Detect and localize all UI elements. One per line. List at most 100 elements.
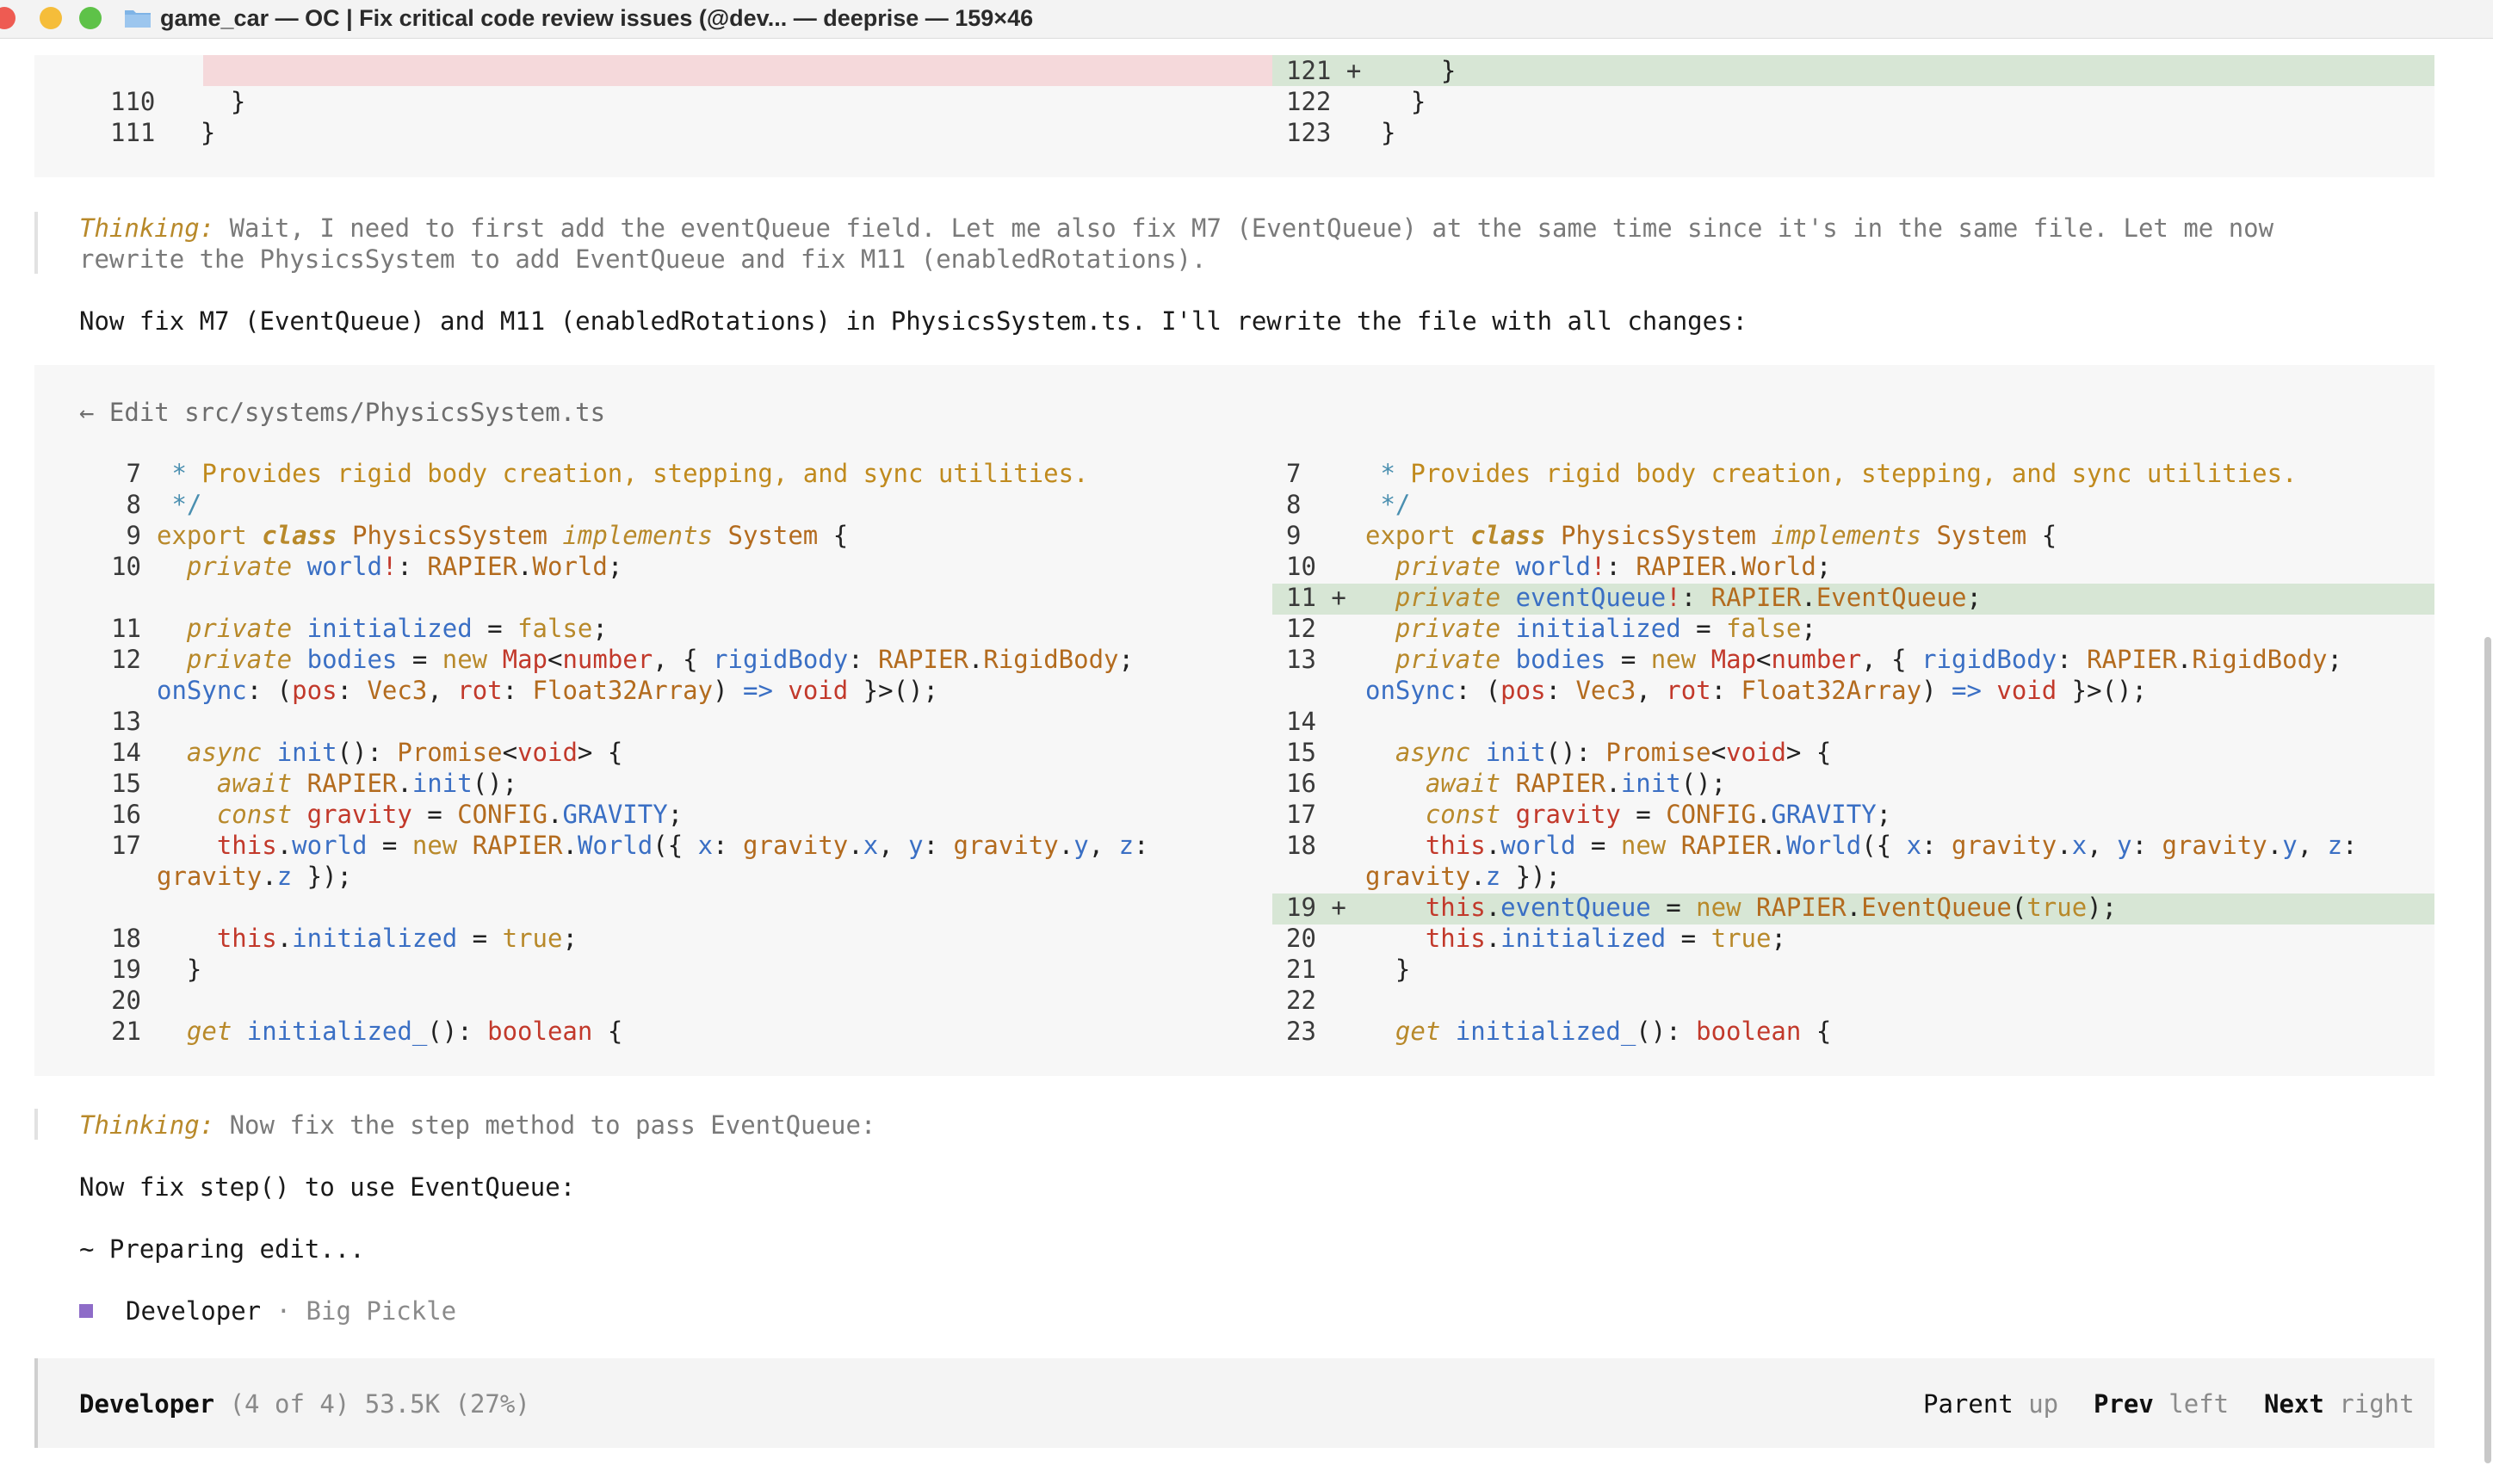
line-number: 19 + (1286, 893, 1346, 922)
code-line: export class PhysicsSystem implements Sy… (157, 521, 849, 550)
code-line: this.initialized = true; (157, 924, 578, 953)
code-line: private initialized = false; (1365, 614, 1816, 643)
line-number: 21 (1286, 955, 1316, 984)
status-session-info: Developer (4 of 4) 53.5K (27%) (79, 1389, 530, 1419)
status-accent-bar (34, 1358, 38, 1448)
code-line: gravity.z }); (1365, 862, 1561, 891)
line-number: 16 (111, 800, 141, 829)
code-line: this.world = new RAPIER.World({ x: gravi… (157, 831, 1149, 860)
preparing-edit-status: ~ Preparing edit... (79, 1234, 365, 1264)
thinking-line-1: Thinking: Wait, I need to first add the … (79, 213, 2273, 243)
code-line: get initialized_(): boolean { (157, 1017, 623, 1046)
line-number: 13 (1286, 645, 1316, 674)
line-number: 14 (111, 738, 141, 767)
code-line: private initialized = false; (157, 614, 608, 643)
thinking-label: Thinking: (79, 213, 215, 243)
nav-key: left (2153, 1389, 2230, 1419)
code-line: */ (1365, 490, 1411, 519)
code-line: * Provides rigid body creation, stepping… (1365, 459, 2298, 488)
thinking-text: Wait, I need to first add the eventQueue… (214, 213, 2274, 243)
line-number: 9 (1286, 521, 1302, 550)
assistant-message: Now fix M7 (EventQueue) and M11 (enabled… (79, 306, 1748, 336)
code-line: } (170, 87, 246, 116)
line-number: 14 (1286, 707, 1316, 736)
line-number: 15 (111, 769, 141, 798)
line-number: 123 (1286, 118, 1332, 147)
line-number: 20 (1286, 924, 1316, 953)
line-number: 7 (1286, 459, 1302, 488)
line-number: 17 (111, 831, 141, 860)
code-line: export class PhysicsSystem implements Sy… (1365, 521, 2057, 550)
nav-key: up (2013, 1389, 2059, 1419)
assistant-message: Now fix step() to use EventQueue: (79, 1172, 576, 1202)
code-line: this.world = new RAPIER.World({ x: gravi… (1365, 831, 2358, 860)
agent-square-icon (79, 1304, 93, 1318)
line-number: 17 (1286, 800, 1316, 829)
agent-name: Developer (126, 1296, 262, 1326)
code-line: private bodies = new Map<number, { rigid… (1365, 645, 2342, 674)
code-line: } (157, 955, 202, 984)
line-number: 9 (126, 521, 141, 550)
code-line: const gravity = CONFIG.GRAVITY; (1365, 800, 1892, 829)
window-title: game_car — OC | Fix critical code review… (160, 5, 1034, 31)
line-number: 10 (111, 552, 141, 581)
line-number: 22 (1286, 986, 1316, 1015)
code-line: private bodies = new Map<number, { rigid… (157, 645, 1134, 674)
code-line: this.initialized = true; (1365, 924, 1786, 953)
status-agent: Developer (79, 1389, 215, 1419)
code-line: await RAPIER.init(); (1365, 769, 1727, 798)
agent-model: · Big Pickle (261, 1296, 457, 1326)
line-number: 122 (1286, 87, 1332, 116)
diff-panel-top (34, 55, 2434, 177)
code-line: get initialized_(): boolean { (1365, 1017, 1832, 1046)
close-window-button[interactable] (0, 7, 15, 29)
nav-next-button[interactable]: Next right (2264, 1389, 2415, 1419)
line-number: 12 (111, 645, 141, 674)
nav-prev-button[interactable]: Prev left (2094, 1389, 2229, 1419)
line-number: 21 (111, 1017, 141, 1046)
thinking-line-2: rewrite the PhysicsSystem to add EventQu… (79, 244, 1207, 274)
window-titlebar: game_car — OC | Fix critical code review… (0, 0, 2493, 39)
line-number: 11 (111, 614, 141, 643)
code-line: } (1381, 56, 1457, 85)
zoom-window-button[interactable] (79, 7, 102, 29)
code-line: } (170, 118, 216, 147)
code-line: async init(): Promise<void> { (157, 738, 623, 767)
nav-label: Prev (2094, 1389, 2154, 1419)
code-line-added: private eventQueue!: RAPIER.EventQueue; (1365, 583, 1982, 612)
code-line: * Provides rigid body creation, stepping… (157, 459, 1089, 488)
edit-header[interactable]: ← Edit src/systems/PhysicsSystem.ts (79, 398, 605, 427)
removed-line-highlight (203, 55, 1307, 86)
line-number: 23 (1286, 1017, 1316, 1046)
line-number: 20 (111, 986, 141, 1015)
code-line: onSync: (pos: Vec3, rot: Float32Array) =… (1365, 676, 2147, 705)
thinking-bar (34, 1109, 38, 1140)
nav-parent-button[interactable]: Parent up (1923, 1389, 2058, 1419)
nav-label: Next (2264, 1389, 2324, 1419)
code-line: async init(): Promise<void> { (1365, 738, 1832, 767)
line-number: 8 (126, 490, 141, 519)
nav-key: right (2323, 1389, 2415, 1419)
scrollbar[interactable] (2484, 637, 2491, 1463)
line-number: 111 (110, 118, 156, 147)
code-line: const gravity = CONFIG.GRAVITY; (157, 800, 684, 829)
code-line: private world!: RAPIER.World; (1365, 552, 1832, 581)
line-number-added: 121 + (1286, 56, 1362, 85)
line-number: 13 (111, 707, 141, 736)
nav-label: Parent (1923, 1389, 2014, 1419)
line-number: 12 (1286, 614, 1316, 643)
minimize-window-button[interactable] (40, 7, 62, 29)
code-line: await RAPIER.init(); (157, 769, 518, 798)
line-number: 15 (1286, 738, 1316, 767)
code-line: } (1381, 118, 1396, 147)
thinking-text: Now fix the step method to pass EventQue… (214, 1110, 876, 1140)
line-number: 7 (126, 459, 141, 488)
line-number: 18 (1286, 831, 1316, 860)
line-number: 18 (111, 924, 141, 953)
line-number: 11 + (1286, 583, 1346, 612)
code-line: private world!: RAPIER.World; (157, 552, 623, 581)
code-line-added: this.eventQueue = new RAPIER.EventQueue(… (1365, 893, 2118, 922)
thinking-bar (34, 212, 38, 274)
code-line: */ (157, 490, 202, 519)
status-tokens: (4 of 4) 53.5K (27%) (214, 1389, 530, 1419)
